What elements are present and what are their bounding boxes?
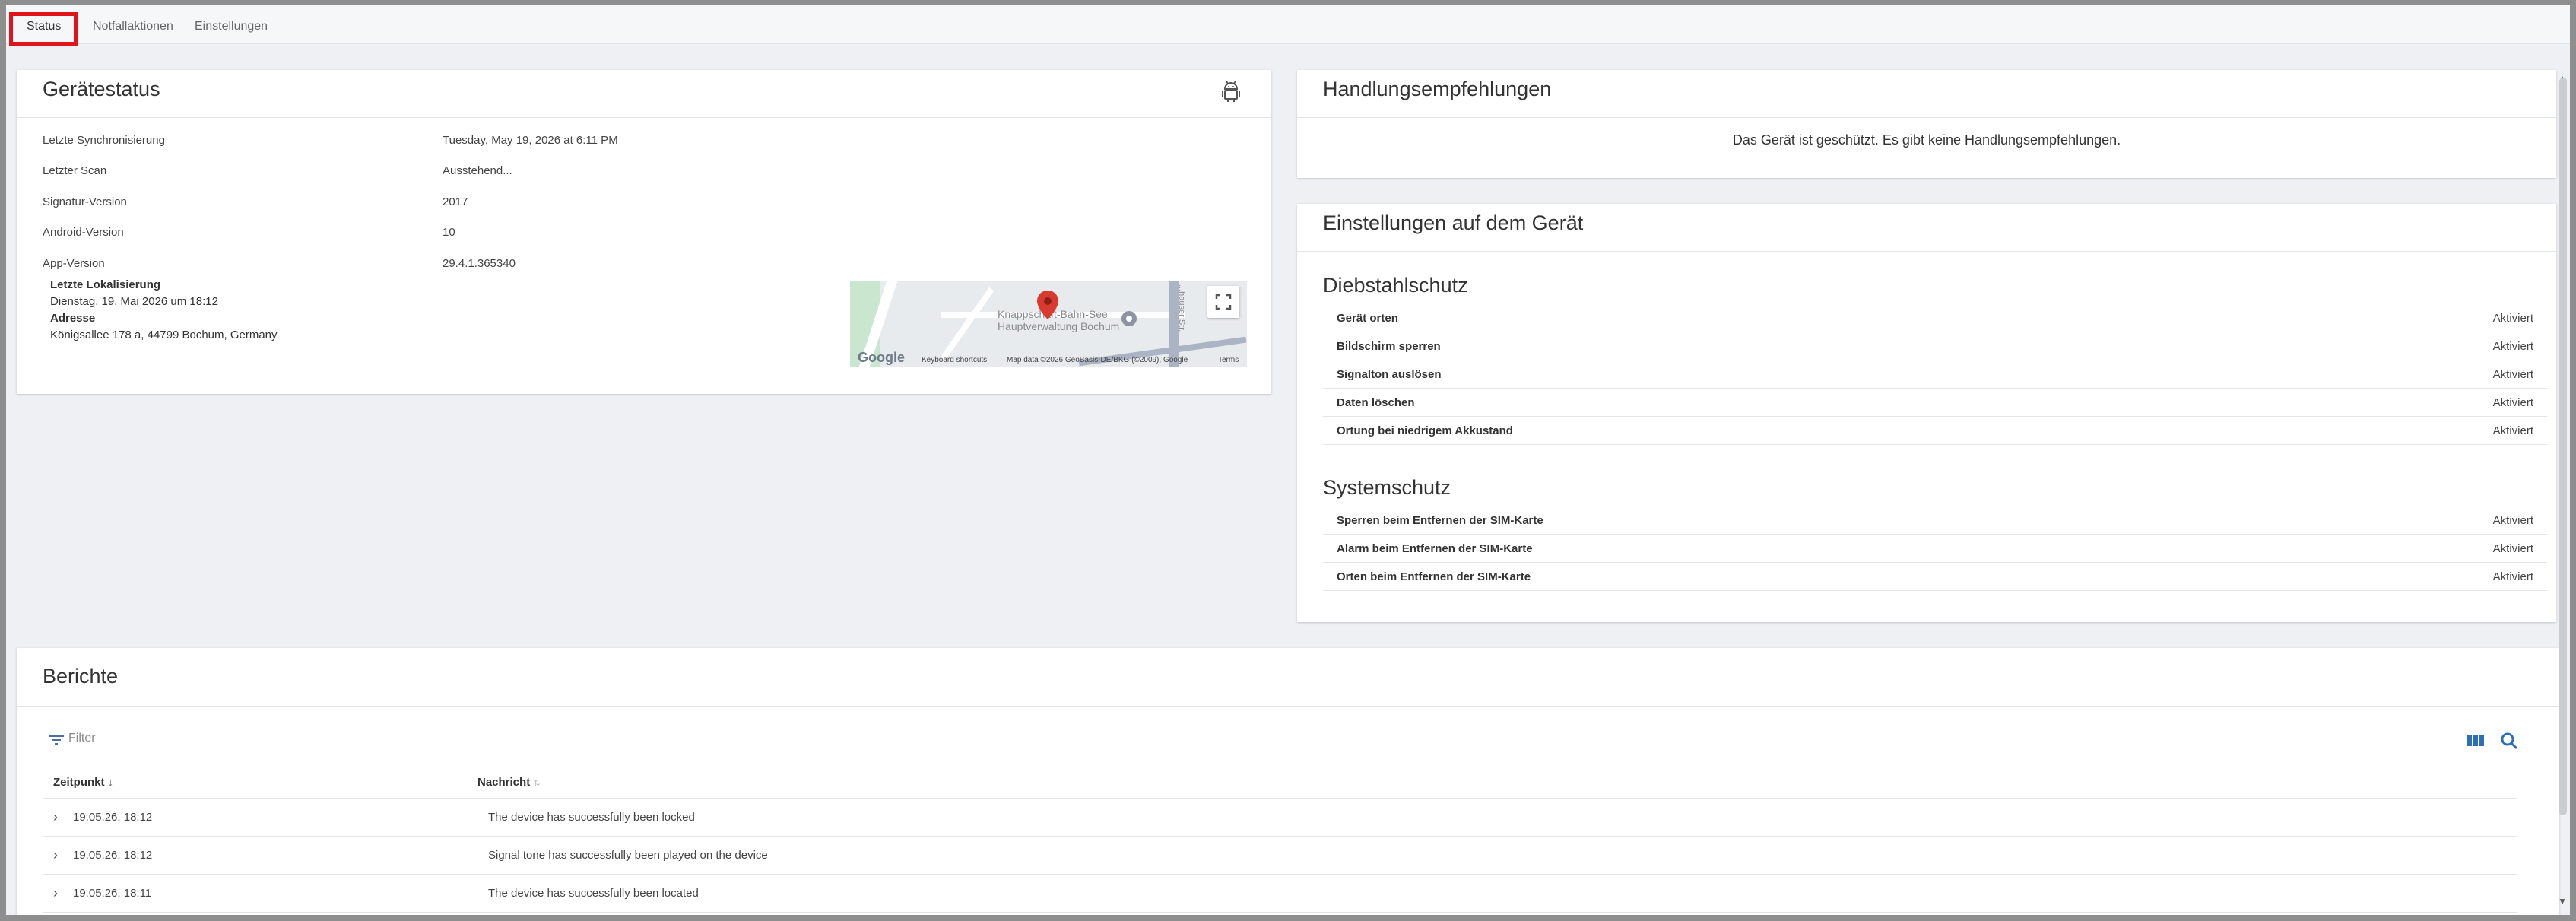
row-message: The device has successfully been located xyxy=(488,887,699,900)
divider xyxy=(1297,117,2556,118)
setting-row-sim-alarm: Alarm beim Entfernen der SIM-Karte Aktiv… xyxy=(1323,535,2547,563)
system-protection-title: Systemschutz xyxy=(1323,476,1451,499)
divider xyxy=(17,117,1271,118)
location-date: Dienstag, 19. Mai 2026 um 18:12 xyxy=(50,295,218,308)
sort-icon: ⇅ xyxy=(533,779,541,788)
app-version-value: 29.4.1.365340 xyxy=(443,257,516,270)
tab-einstellungen[interactable]: Einstellungen xyxy=(181,12,281,46)
table-row[interactable]: › 19.05.26, 18:12 The device has success… xyxy=(43,799,2517,837)
column-label: Nachricht xyxy=(477,776,531,789)
map-data-attribution: Map data ©2026 GeoBasis-DE/BKG (©2009), … xyxy=(1007,356,1188,364)
recommendations-text: Das Gerät ist geschützt. Es gibt keine H… xyxy=(1732,132,2121,148)
device-settings-card: Einstellungen auf dem Gerät Diebstahlsch… xyxy=(1297,204,2556,622)
map-place-label: Hauptverwaltung Bochum xyxy=(998,320,1120,332)
google-logo: Google xyxy=(858,350,905,365)
fullscreen-icon xyxy=(1215,294,1232,310)
android-version-label: Android-Version xyxy=(43,226,124,239)
columns-icon[interactable] xyxy=(2465,730,2486,751)
sync-value: Tuesday, May 19, 2026 at 6:11 PM xyxy=(443,134,618,147)
map-fullscreen-button[interactable] xyxy=(1207,286,1239,318)
reports-title: Berichte xyxy=(43,665,119,688)
chevron-right-icon[interactable]: › xyxy=(53,809,58,825)
signature-value: 2017 xyxy=(443,195,468,208)
vertical-scrollbar[interactable] xyxy=(2559,78,2567,815)
android-icon xyxy=(1222,81,1240,102)
setting-label: Daten löschen xyxy=(1337,396,1415,409)
setting-label: Gerät orten xyxy=(1337,312,1398,325)
app-version-label: App-Version xyxy=(43,257,105,270)
setting-label: Orten beim Entfernen der SIM-Karte xyxy=(1337,570,1531,583)
row-message: The device has successfully been locked xyxy=(488,811,695,824)
sort-desc-icon: ↓ xyxy=(107,776,114,789)
row-time: 19.05.26, 18:11 xyxy=(73,887,152,900)
map-poi-icon xyxy=(1121,311,1137,326)
divider xyxy=(17,706,2559,707)
setting-label: Bildschirm sperren xyxy=(1337,340,1441,353)
signature-label: Signatur-Version xyxy=(43,195,127,208)
divider xyxy=(1297,251,2556,252)
setting-label: Signalton auslösen xyxy=(1337,368,1442,381)
address-heading: Adresse xyxy=(50,312,96,325)
sync-label: Letzte Synchronisierung xyxy=(43,134,165,147)
setting-status: Aktiviert xyxy=(2492,542,2533,555)
recommendations-card: Handlungsempfehlungen Das Gerät ist gesc… xyxy=(1297,70,2556,178)
location-map[interactable]: Knappschaft-Bahn-See Hauptverwaltung Boc… xyxy=(850,281,1247,367)
setting-status: Aktiviert xyxy=(2492,570,2533,583)
column-label: Zeitpunkt xyxy=(53,776,105,789)
scan-value: Ausstehend... xyxy=(443,164,512,177)
scroll-down-arrow-icon[interactable]: ▼ xyxy=(2558,896,2567,907)
setting-status: Aktiviert xyxy=(2492,514,2533,527)
location-heading: Letzte Lokalisierung xyxy=(50,278,161,291)
tab-notfallaktionen[interactable]: Notfallaktionen xyxy=(79,12,187,46)
setting-label: Sperren beim Entfernen der SIM-Karte xyxy=(1337,514,1543,527)
setting-label: Ortung bei niedrigem Akkustand xyxy=(1337,424,1513,437)
setting-row-sim-lock: Sperren beim Entfernen der SIM-Karte Akt… xyxy=(1323,507,2547,535)
device-status-title: Gerätestatus xyxy=(43,78,160,100)
filter-icon[interactable] xyxy=(49,735,64,745)
setting-label: Alarm beim Entfernen der SIM-Karte xyxy=(1337,542,1533,555)
setting-row-wipe-data: Daten löschen Aktiviert xyxy=(1323,389,2547,417)
setting-status: Aktiviert xyxy=(2492,424,2533,437)
chevron-right-icon[interactable]: › xyxy=(53,885,58,901)
map-street-label: ...hauser Str. xyxy=(1177,284,1186,332)
setting-row-locate: Gerät orten Aktiviert xyxy=(1323,304,2547,332)
table-row[interactable]: › 19.05.26, 18:12 Signal tone has succes… xyxy=(43,837,2517,875)
setting-row-low-battery-locate: Ortung bei niedrigem Akkustand Aktiviert xyxy=(1323,417,2547,445)
location-block: Letzte Lokalisierung Dienstag, 19. Mai 2… xyxy=(50,277,278,344)
search-icon[interactable] xyxy=(2498,730,2520,751)
chevron-right-icon[interactable]: › xyxy=(53,847,58,863)
setting-row-lock-screen: Bildschirm sperren Aktiviert xyxy=(1323,332,2547,360)
map-pin-icon xyxy=(1037,291,1058,319)
setting-row-sim-locate: Orten beim Entfernen der SIM-Karte Aktiv… xyxy=(1323,563,2547,591)
tab-status[interactable]: Status xyxy=(9,12,78,46)
tab-bar: Status Notfallaktionen Einstellungen xyxy=(6,5,2570,46)
row-message: Signal tone has successfully been played… xyxy=(488,849,768,862)
map-road xyxy=(940,287,995,361)
filter-button[interactable]: Filter xyxy=(68,732,96,745)
map-keyboard-shortcuts[interactable]: Keyboard shortcuts xyxy=(922,356,987,364)
setting-status: Aktiviert xyxy=(2492,396,2533,409)
setting-status: Aktiviert xyxy=(2492,312,2533,325)
column-header-zeitpunkt[interactable]: Zeitpunkt ↓ xyxy=(53,776,113,789)
table-row[interactable]: › 19.05.26, 18:11 The device has success… xyxy=(43,875,2517,913)
scan-label: Letzter Scan xyxy=(43,164,107,177)
setting-status: Aktiviert xyxy=(2492,340,2533,353)
map-terms-link[interactable]: Terms xyxy=(1218,356,1239,364)
app-frame: Status Notfallaktionen Einstellungen Ger… xyxy=(6,5,2570,915)
address-value: Königsallee 178 a, 44799 Bochum, Germany xyxy=(50,329,278,341)
device-settings-title: Einstellungen auf dem Gerät xyxy=(1323,211,1584,234)
recommendations-title: Handlungsempfehlungen xyxy=(1323,78,1552,100)
reports-card: Berichte Filter Zeitpunkt ↓ Nachricht ⇅ … xyxy=(17,648,2559,915)
row-time: 19.05.26, 18:12 xyxy=(73,811,153,824)
theft-protection-title: Diebstahlschutz xyxy=(1323,274,1468,297)
setting-row-signal-tone: Signalton auslösen Aktiviert xyxy=(1323,360,2547,389)
android-version-value: 10 xyxy=(443,226,455,239)
column-header-nachricht[interactable]: Nachricht ⇅ xyxy=(477,776,541,789)
setting-status: Aktiviert xyxy=(2492,368,2533,381)
row-time: 19.05.26, 18:12 xyxy=(73,849,153,862)
device-status-card: Gerätestatus Letzte Synchronisierung Tue… xyxy=(17,70,1271,394)
